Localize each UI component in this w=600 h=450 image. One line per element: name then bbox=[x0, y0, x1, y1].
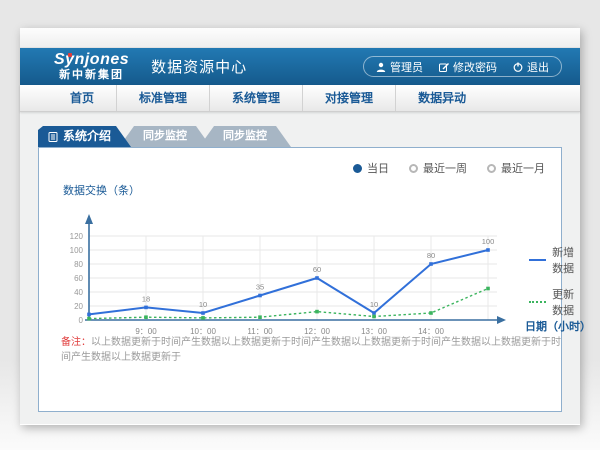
radio-today-label: 当日 bbox=[367, 160, 389, 176]
radio-last-month-label: 最近一月 bbox=[501, 160, 545, 176]
tab-label: 系统介绍 bbox=[63, 126, 111, 147]
nav-item-home[interactable]: 首页 bbox=[48, 85, 117, 111]
time-range-controls: 当日 最近一周 最近一月 bbox=[353, 160, 545, 176]
page-title: 数据资源中心 bbox=[151, 56, 247, 77]
legend-item-new-data[interactable]: 新增数据 bbox=[529, 244, 581, 276]
radio-selected-icon bbox=[353, 164, 362, 173]
tab-bar: 系统介绍 同步监控 同步监控 bbox=[38, 126, 580, 147]
line-chart: 数据交换（条） 0204060801001209：0010：0011：0012：… bbox=[51, 182, 581, 342]
logout-button[interactable]: 退出 bbox=[513, 59, 549, 75]
svg-text:20: 20 bbox=[74, 302, 83, 311]
svg-text:10: 10 bbox=[370, 300, 378, 309]
radio-unselected-icon bbox=[409, 164, 418, 173]
user-toolbar: 管理员 修改密码 退出 bbox=[363, 56, 562, 77]
svg-text:10: 10 bbox=[199, 300, 207, 309]
nav-item-standard-management[interactable]: 标准管理 bbox=[117, 85, 210, 111]
footnote-prefix: 备注： bbox=[61, 337, 91, 348]
logo-subtitle: 新中新集团 bbox=[54, 70, 129, 81]
logout-label: 退出 bbox=[527, 59, 549, 75]
logo-text: Synjones bbox=[54, 52, 129, 68]
change-password-label: 修改密码 bbox=[453, 59, 497, 75]
change-password-button[interactable]: 修改密码 bbox=[439, 59, 497, 75]
chart-legend: 新增数据 更新数据 bbox=[529, 244, 581, 328]
svg-text:60: 60 bbox=[74, 274, 83, 283]
svg-text:0: 0 bbox=[79, 316, 84, 325]
radio-today[interactable]: 当日 bbox=[353, 160, 389, 176]
svg-text:40: 40 bbox=[74, 288, 83, 297]
svg-text:60: 60 bbox=[313, 265, 321, 274]
power-icon bbox=[513, 62, 523, 72]
svg-text:80: 80 bbox=[74, 260, 83, 269]
chart-panel: 当日 最近一周 最近一月 数据交换（条） 0204060801001209：00… bbox=[38, 147, 562, 412]
user-icon bbox=[376, 62, 386, 72]
radio-last-week-label: 最近一周 bbox=[423, 160, 467, 176]
legend-line-dotted-icon bbox=[529, 301, 546, 303]
nav-item-system-management[interactable]: 系统管理 bbox=[210, 85, 303, 111]
window-top-strip bbox=[20, 28, 580, 48]
footnote-text: 以上数据更新于时间产生数据以上数据更新于时间产生数据以上数据更新于时间产生数据以… bbox=[61, 337, 561, 363]
legend-label-new-data: 新增数据 bbox=[552, 244, 581, 276]
chart-plot-area: 0204060801001209：0010：0011：0012：0013：001… bbox=[51, 202, 517, 342]
footnote: 备注：以上数据更新于时间产生数据以上数据更新于时间产生数据以上数据更新于时间产生… bbox=[61, 333, 561, 363]
svg-text:100: 100 bbox=[70, 246, 84, 255]
app-header: Synjones 新中新集团 数据资源中心 管理员 修改密码 退出 bbox=[20, 48, 580, 85]
radio-last-week[interactable]: 最近一周 bbox=[409, 160, 467, 176]
nav-item-integration-management[interactable]: 对接管理 bbox=[303, 85, 396, 111]
content-area: 系统介绍 同步监控 同步监控 当日 最近一周 最近一月 bbox=[20, 112, 580, 424]
company-logo: Synjones 新中新集团 bbox=[54, 52, 129, 81]
logo-red-dot-icon bbox=[68, 53, 72, 57]
chart-y-axis-title: 数据交换（条） bbox=[63, 182, 581, 198]
nav-item-data-changes[interactable]: 数据异动 bbox=[396, 85, 488, 111]
user-label: 管理员 bbox=[390, 59, 423, 75]
legend-line-solid-icon bbox=[529, 259, 546, 261]
svg-text:80: 80 bbox=[427, 251, 435, 260]
tab-system-intro[interactable]: 系统介绍 bbox=[38, 126, 131, 147]
radio-last-month[interactable]: 最近一月 bbox=[487, 160, 545, 176]
current-user[interactable]: 管理员 bbox=[376, 59, 423, 75]
radio-unselected-icon bbox=[487, 164, 496, 173]
document-icon bbox=[48, 132, 58, 142]
tab-sync-monitor-2[interactable]: 同步监控 bbox=[199, 126, 291, 147]
app-window: Synjones 新中新集团 数据资源中心 管理员 修改密码 退出 首页 标准管… bbox=[20, 28, 580, 425]
tab-sync-monitor-1[interactable]: 同步监控 bbox=[119, 126, 211, 147]
legend-item-update-data[interactable]: 更新数据 bbox=[529, 286, 581, 318]
main-navigation: 首页 标准管理 系统管理 对接管理 数据异动 bbox=[20, 85, 580, 112]
edit-pencil-icon bbox=[439, 62, 449, 72]
legend-label-update-data: 更新数据 bbox=[552, 286, 581, 318]
svg-text:18: 18 bbox=[142, 294, 150, 303]
svg-text:120: 120 bbox=[70, 232, 84, 241]
svg-text:100: 100 bbox=[482, 237, 495, 246]
svg-text:35: 35 bbox=[256, 283, 264, 292]
